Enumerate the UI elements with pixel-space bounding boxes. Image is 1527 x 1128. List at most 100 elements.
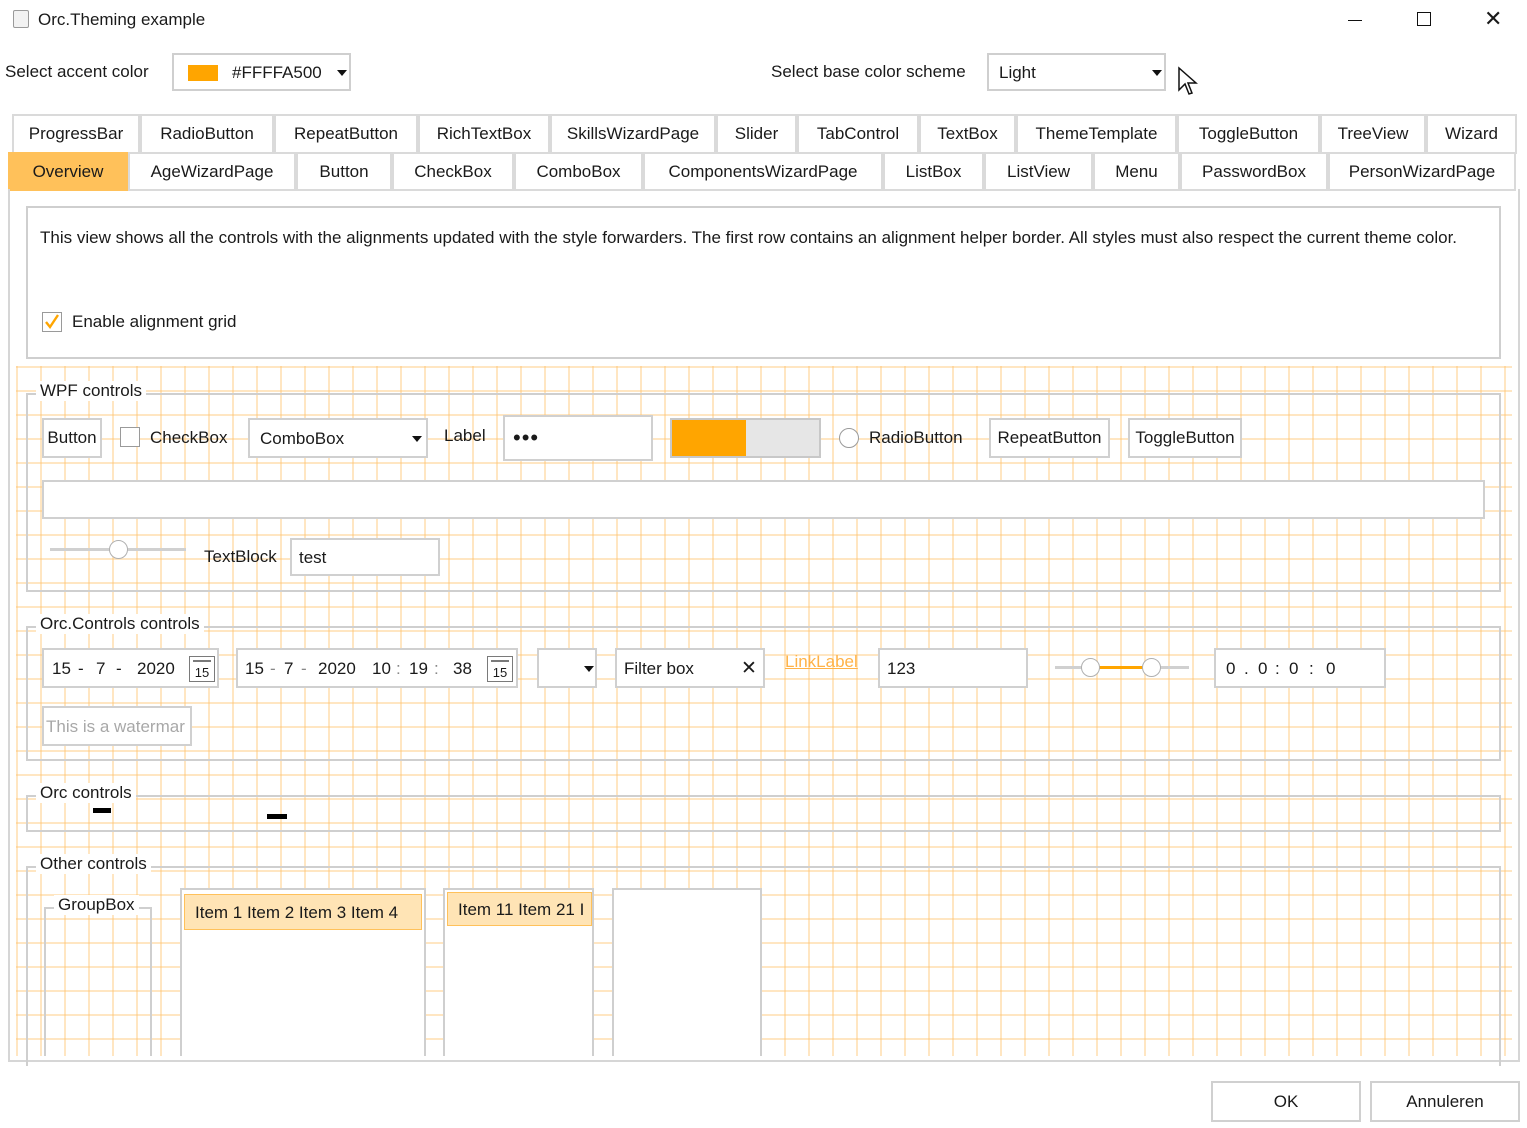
wpf-password-box[interactable]: ••• bbox=[503, 415, 653, 461]
timespan-sep-3: : bbox=[1309, 659, 1314, 678]
datetime-month: 7 bbox=[284, 659, 294, 678]
scheme-label: Select base color scheme bbox=[771, 62, 966, 81]
accent-color-picker[interactable]: #FFFFA500 bbox=[172, 53, 351, 91]
cancel-button[interactable]: Annuleren bbox=[1370, 1081, 1520, 1122]
wpf-checkbox-label: CheckBox bbox=[150, 428, 228, 447]
chevron-down-icon bbox=[1152, 70, 1162, 76]
minimize-icon[interactable] bbox=[1348, 20, 1362, 21]
tab-slider[interactable]: Slider bbox=[716, 114, 797, 154]
datetime-sep-4: : bbox=[434, 659, 439, 678]
wpf-checkbox-box[interactable] bbox=[120, 427, 140, 447]
tab-passwordbox[interactable]: PasswordBox bbox=[1180, 152, 1328, 191]
tab-personwizardpage[interactable]: PersonWizardPage bbox=[1328, 152, 1516, 191]
datetime-sep-3: : bbox=[396, 659, 401, 678]
accent-color-swatch bbox=[188, 65, 218, 81]
date-month: 7 bbox=[96, 659, 106, 678]
datetime-hour: 10 bbox=[372, 659, 391, 678]
listview[interactable] bbox=[612, 888, 762, 1056]
filter-box[interactable]: Filter box ✕ bbox=[615, 648, 765, 688]
scheme-combobox[interactable]: Light bbox=[987, 53, 1166, 91]
date-sep-1: - bbox=[78, 659, 84, 678]
tab-treeview[interactable]: TreeView bbox=[1320, 114, 1426, 154]
wpf-combobox[interactable]: ComboBox bbox=[248, 418, 428, 458]
intro-text: This view shows all the controls with th… bbox=[40, 228, 1458, 247]
window-title: Orc.Theming example bbox=[38, 10, 206, 29]
calendar-icon[interactable]: 15 bbox=[189, 656, 215, 682]
tab-skillswizardpage[interactable]: SkillsWizardPage bbox=[550, 114, 716, 154]
tab-componentswizardpage[interactable]: ComponentsWizardPage bbox=[643, 152, 883, 191]
link-label[interactable]: LinkLabel bbox=[785, 652, 858, 672]
datetime-sep-2: - bbox=[301, 659, 307, 678]
watermark-textbox[interactable]: This is a watermar bbox=[42, 706, 192, 746]
groupbox bbox=[44, 907, 152, 1056]
watermark-text: This is a watermar bbox=[46, 717, 185, 736]
wpf-rich-textbox[interactable] bbox=[42, 480, 1485, 519]
clear-icon[interactable]: ✕ bbox=[741, 657, 757, 680]
tab-tabcontrol[interactable]: TabControl bbox=[797, 114, 919, 154]
tab-menu[interactable]: Menu bbox=[1093, 152, 1180, 191]
accent-color-value: #FFFFA500 bbox=[232, 63, 322, 82]
ok-button[interactable]: OK bbox=[1211, 1081, 1361, 1122]
wpf-slider[interactable] bbox=[50, 540, 186, 560]
tab-richtextbox[interactable]: RichTextBox bbox=[418, 114, 550, 154]
wpf-toggle-button[interactable]: ToggleButton bbox=[1128, 418, 1242, 458]
wpf-progress-bar bbox=[670, 418, 821, 458]
datetime-picker[interactable]: 15 - 7 - 2020 10 : 19 : 38 15 bbox=[236, 648, 518, 688]
calendar-icon[interactable]: 15 bbox=[487, 656, 513, 682]
listbox-2-selection[interactable]: Item 11 Item 21 I bbox=[447, 892, 592, 926]
tab-progressbar[interactable]: ProgressBar bbox=[12, 114, 140, 154]
tab-combobox[interactable]: ComboBox bbox=[514, 152, 643, 191]
orc-controls-controls-legend: Orc.Controls controls bbox=[36, 614, 204, 634]
slider-thumb[interactable] bbox=[108, 540, 128, 559]
tab-textbox[interactable]: TextBox bbox=[919, 114, 1016, 154]
orc-controls-legend: Orc controls bbox=[36, 783, 136, 803]
alignment-grid-checkbox[interactable] bbox=[42, 312, 62, 332]
listbox-1-selection[interactable]: Item 1 Item 2 Item 3 Item 4 bbox=[184, 894, 422, 930]
close-icon[interactable]: ✕ bbox=[1484, 5, 1502, 33]
orc-controls-group bbox=[26, 795, 1501, 832]
tab-button[interactable]: Button bbox=[296, 152, 392, 191]
mouse-cursor-icon bbox=[1178, 66, 1198, 95]
wpf-textbox[interactable]: test bbox=[290, 538, 440, 576]
wpf-textbox-value: test bbox=[299, 548, 327, 567]
date-year: 2020 bbox=[137, 659, 175, 678]
timespan-minutes: 0 bbox=[1289, 659, 1299, 678]
tab-radiobutton[interactable]: RadioButton bbox=[140, 114, 274, 154]
listbox-1[interactable]: Item 1 Item 2 Item 3 Item 4 bbox=[180, 888, 426, 1056]
listbox-2-items: Item 11 Item 21 I bbox=[458, 900, 585, 919]
timespan-picker[interactable]: 0 . 0 : 0 : 0 bbox=[1214, 648, 1386, 688]
timespan-hours: 0 bbox=[1258, 659, 1268, 678]
wpf-repeat-button[interactable]: RepeatButton bbox=[989, 418, 1110, 458]
tab-checkbox[interactable]: CheckBox bbox=[392, 152, 514, 191]
range-thumb-high[interactable] bbox=[1142, 658, 1162, 677]
range-thumb-low[interactable] bbox=[1081, 658, 1101, 677]
timespan-sep-2: : bbox=[1275, 659, 1280, 678]
range-slider[interactable] bbox=[1055, 658, 1189, 678]
chevron-down-icon bbox=[584, 666, 594, 672]
orc-control-marker-2 bbox=[267, 814, 287, 819]
tab-repeatbutton[interactable]: RepeatButton bbox=[274, 114, 418, 154]
tab-overview[interactable]: Overview bbox=[8, 152, 128, 191]
tab-themetemplate[interactable]: ThemeTemplate bbox=[1016, 114, 1177, 154]
intro-panel: This view shows all the controls with th… bbox=[26, 206, 1501, 359]
accent-color-label: Select accent color bbox=[5, 62, 149, 81]
tab-listview[interactable]: ListView bbox=[984, 152, 1093, 191]
dropdown-button[interactable] bbox=[537, 648, 597, 688]
scheme-value: Light bbox=[999, 63, 1036, 82]
groupbox-header: GroupBox bbox=[54, 895, 139, 915]
progress-fill bbox=[672, 420, 746, 456]
timespan-days: 0 bbox=[1226, 659, 1236, 678]
timespan-sep-1: . bbox=[1244, 659, 1249, 678]
tab-agewizardpage[interactable]: AgeWizardPage bbox=[128, 152, 296, 191]
wpf-radio-circle[interactable] bbox=[839, 428, 859, 448]
chevron-down-icon bbox=[412, 436, 422, 442]
wpf-button[interactable]: Button bbox=[42, 418, 102, 458]
numeric-textbox[interactable]: 123 bbox=[878, 648, 1028, 688]
other-controls-legend: Other controls bbox=[36, 854, 151, 874]
tab-listbox[interactable]: ListBox bbox=[883, 152, 984, 191]
maximize-icon[interactable] bbox=[1417, 12, 1431, 26]
date-picker[interactable]: 15 - 7 - 2020 15 bbox=[42, 648, 219, 688]
listbox-2[interactable]: Item 11 Item 21 I bbox=[443, 888, 594, 1056]
tab-togglebutton[interactable]: ToggleButton bbox=[1177, 114, 1320, 154]
tab-wizard[interactable]: Wizard bbox=[1426, 114, 1517, 154]
